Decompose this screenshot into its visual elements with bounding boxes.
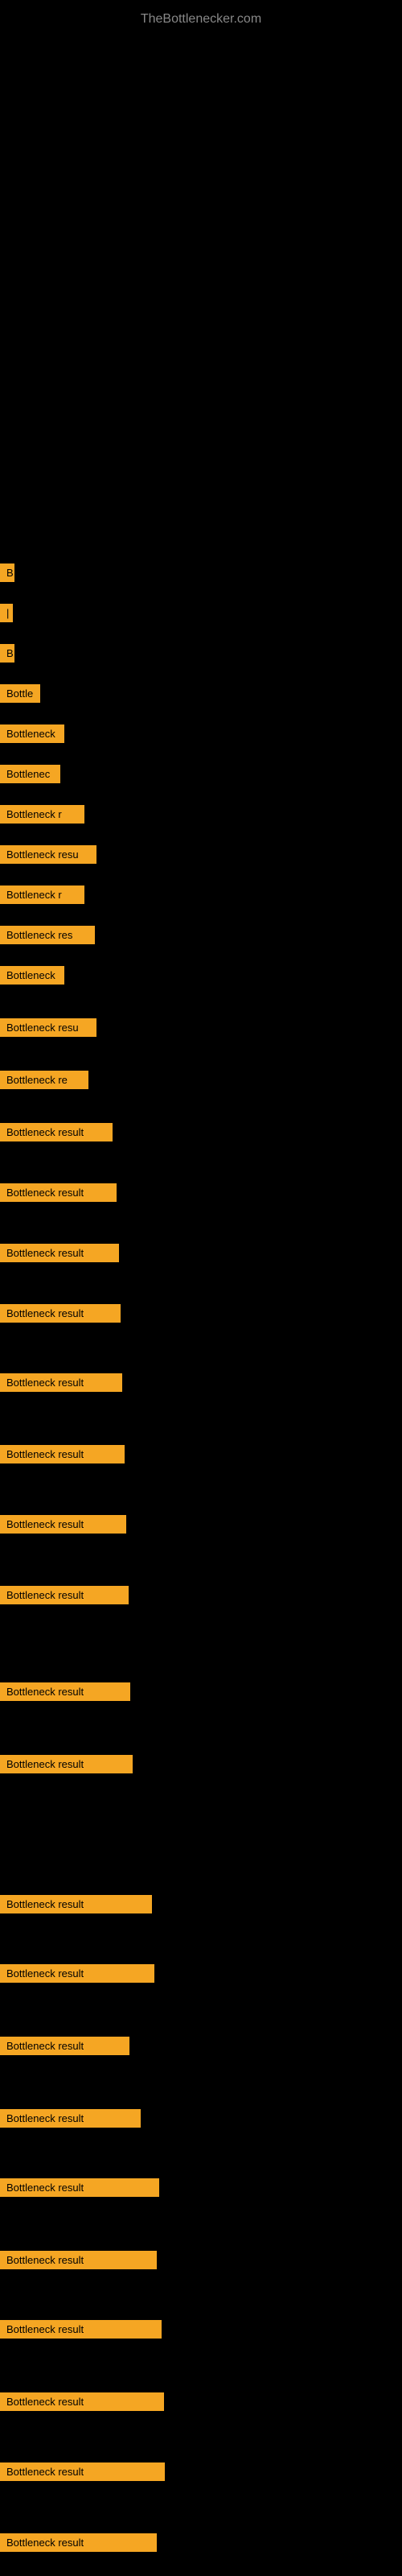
bottleneck-bar-1: B	[0, 564, 14, 582]
bottleneck-bar-21: Bottleneck result	[0, 1586, 129, 1604]
bottleneck-bar-15: Bottleneck result	[0, 1183, 117, 1202]
bottleneck-bar-23: Bottleneck result	[0, 1755, 133, 1773]
bottleneck-bar-27: Bottleneck result	[0, 2109, 141, 2128]
bottleneck-bar-13: Bottleneck re	[0, 1071, 88, 1089]
bottleneck-bar-24: Bottleneck result	[0, 1895, 152, 1913]
bottleneck-bar-25: Bottleneck result	[0, 1964, 154, 1983]
bottleneck-bar-28: Bottleneck result	[0, 2178, 159, 2197]
bottleneck-bar-31: Bottleneck result	[0, 2392, 164, 2411]
bottleneck-bar-16: Bottleneck result	[0, 1244, 119, 1262]
site-title: TheBottlenecker.com	[0, 4, 402, 35]
bottleneck-bar-33: Bottleneck result	[0, 2533, 157, 2552]
bottleneck-bar-18: Bottleneck result	[0, 1373, 122, 1392]
bottleneck-bar-17: Bottleneck result	[0, 1304, 121, 1323]
bottleneck-bar-8: Bottleneck resu	[0, 845, 96, 864]
bottleneck-bar-30: Bottleneck result	[0, 2320, 162, 2339]
bottleneck-bar-22: Bottleneck result	[0, 1682, 130, 1701]
bottleneck-bar-19: Bottleneck result	[0, 1445, 125, 1463]
bottleneck-bar-32: Bottleneck result	[0, 2462, 165, 2481]
bottleneck-bar-29: Bottleneck result	[0, 2251, 157, 2269]
bottleneck-bar-5: Bottleneck	[0, 724, 64, 743]
bottleneck-bar-20: Bottleneck result	[0, 1515, 126, 1534]
bottleneck-bar-2: |	[0, 604, 13, 622]
bottleneck-bar-10: Bottleneck res	[0, 926, 95, 944]
bottleneck-bar-11: Bottleneck	[0, 966, 64, 985]
bottleneck-bar-14: Bottleneck result	[0, 1123, 113, 1141]
bottleneck-bar-26: Bottleneck result	[0, 2037, 129, 2055]
bottleneck-bar-12: Bottleneck resu	[0, 1018, 96, 1037]
bottleneck-bar-4: Bottle	[0, 684, 40, 703]
bottleneck-bar-6: Bottlenec	[0, 765, 60, 783]
bottleneck-bar-3: B	[0, 644, 14, 663]
bottleneck-bar-9: Bottleneck r	[0, 886, 84, 904]
bottleneck-bar-7: Bottleneck r	[0, 805, 84, 824]
